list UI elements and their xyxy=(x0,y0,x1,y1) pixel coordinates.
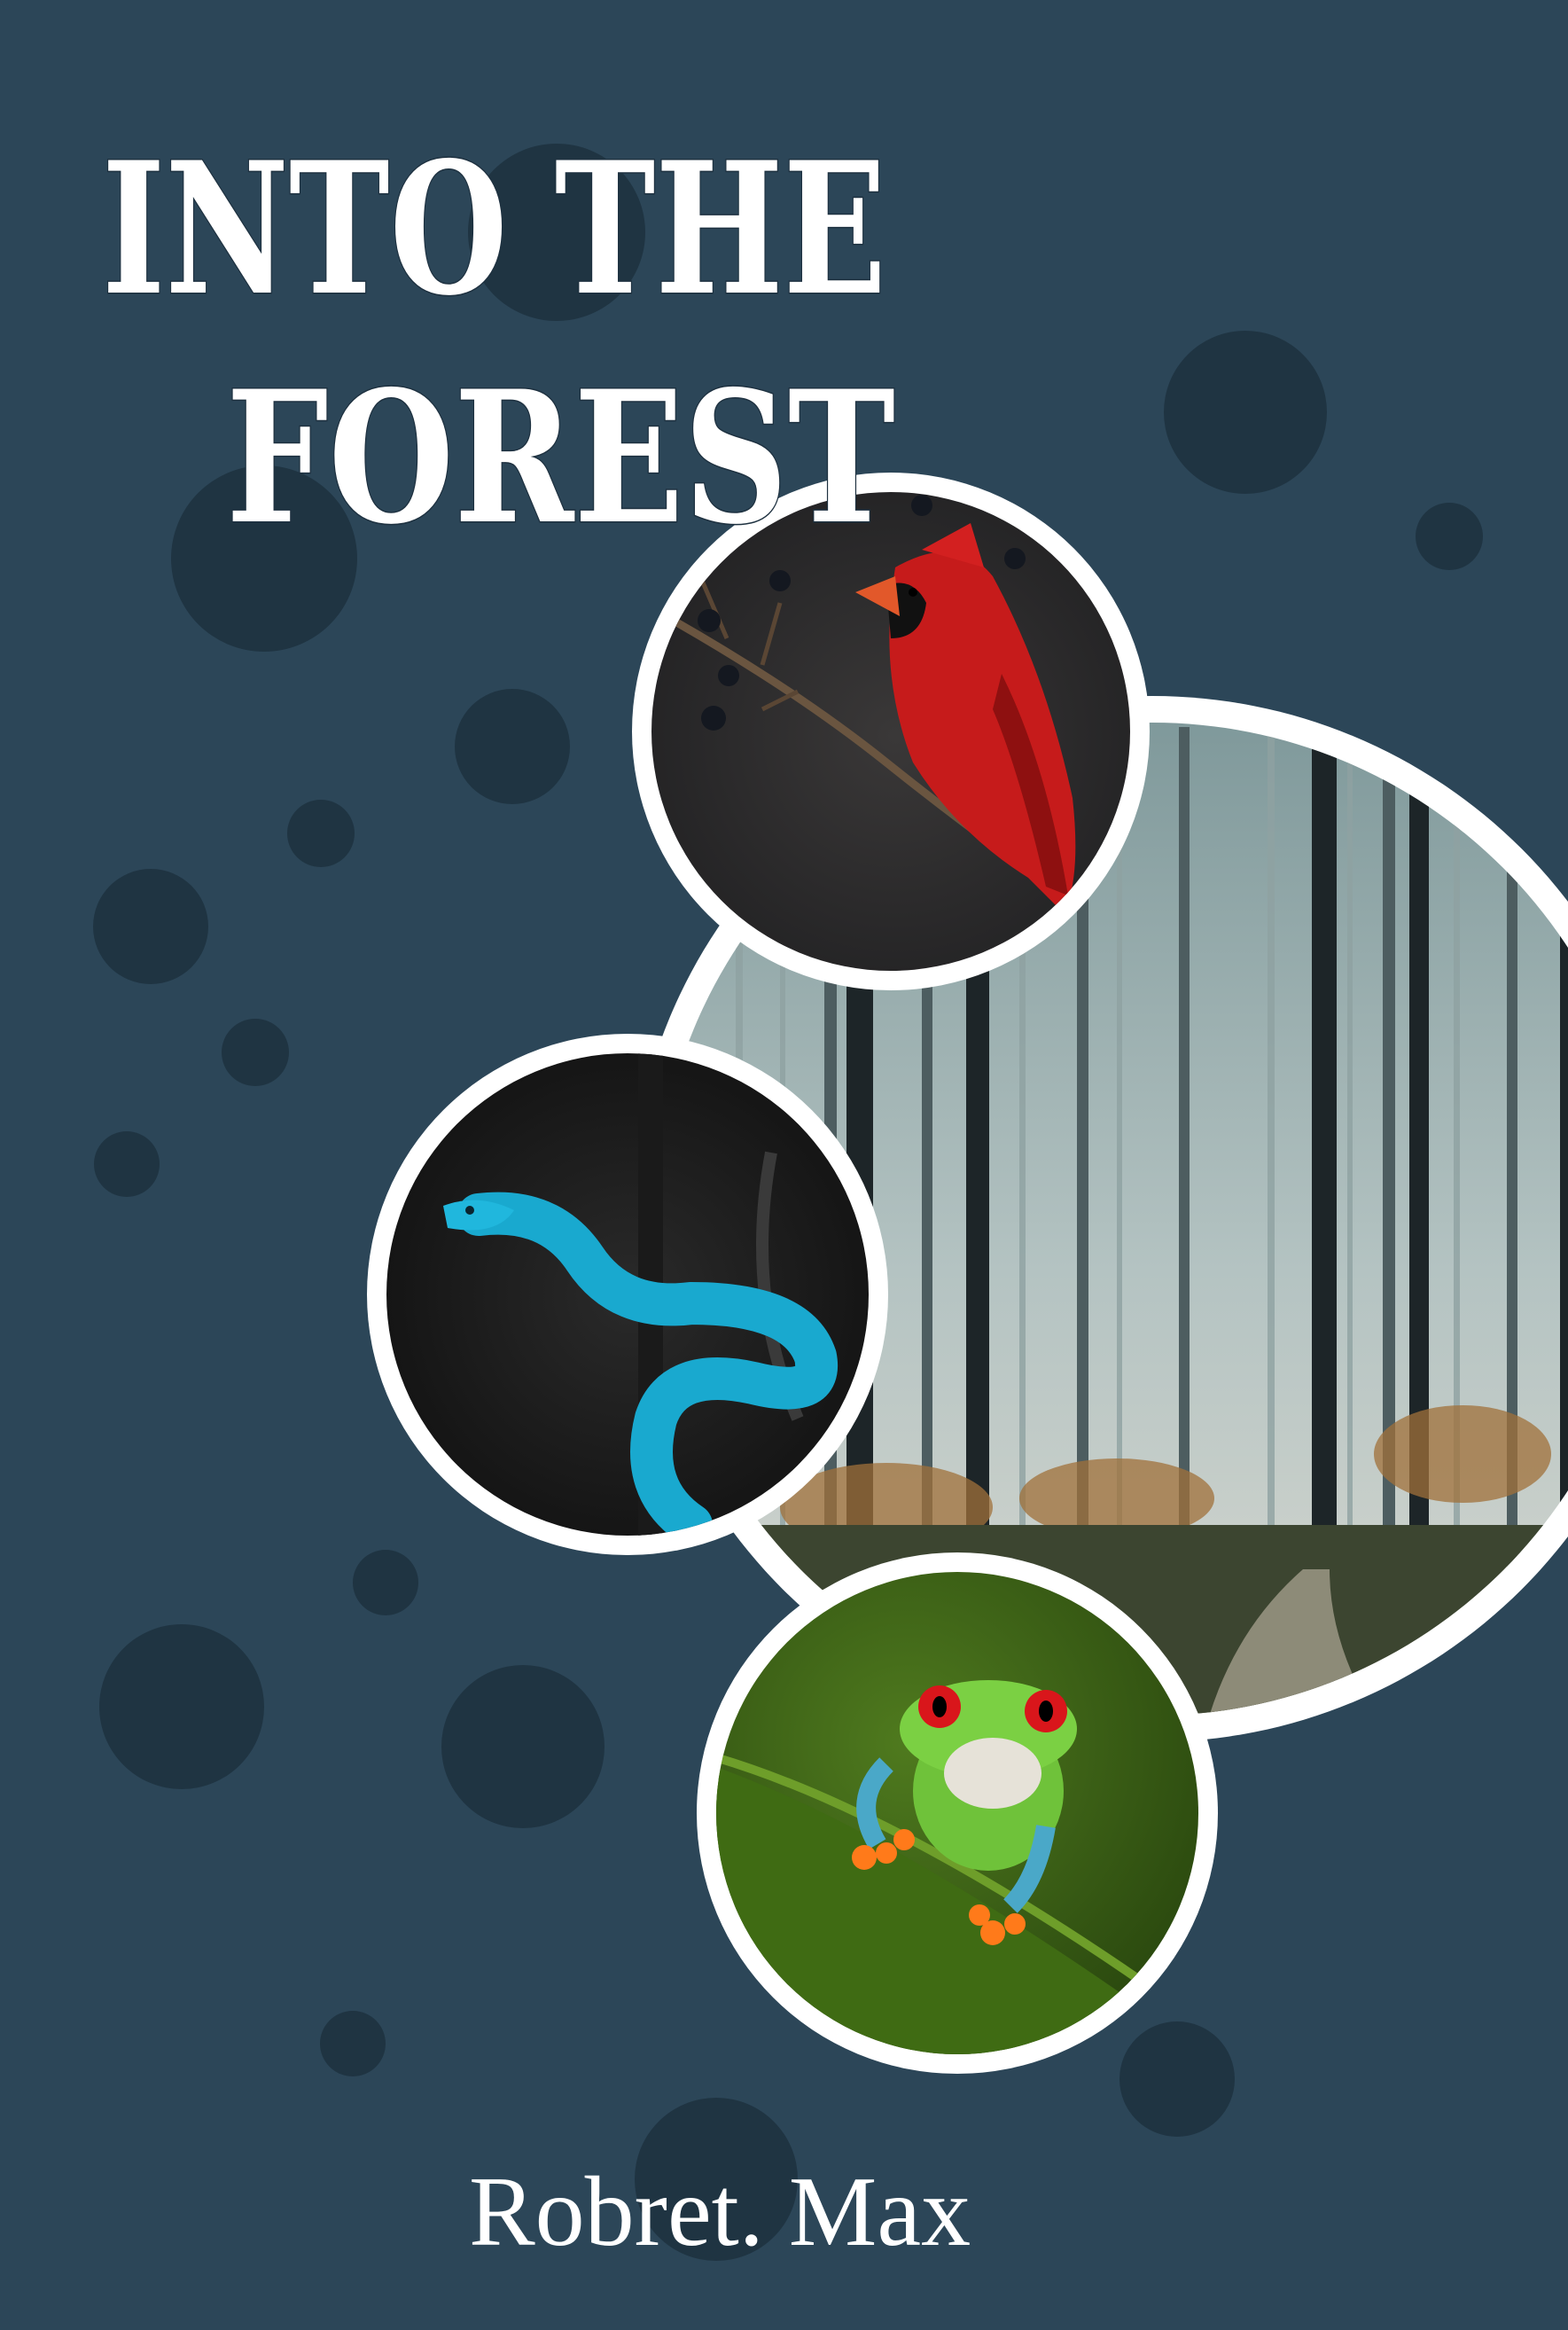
frog-photo xyxy=(697,1552,1218,2074)
dot xyxy=(222,1019,289,1086)
dot xyxy=(353,1550,418,1615)
dot xyxy=(455,689,570,804)
dot xyxy=(441,1665,605,1828)
dot xyxy=(94,1131,160,1197)
snake-photo xyxy=(367,1034,888,1555)
title-line-1: INTO THE xyxy=(102,123,886,336)
dot xyxy=(1119,2021,1235,2137)
dot xyxy=(93,869,208,984)
dot xyxy=(287,800,355,867)
cover-artwork: INTO THE FOREST Robret. Max xyxy=(93,122,1568,2267)
dot xyxy=(1164,331,1327,494)
dot xyxy=(99,1624,264,1789)
dot xyxy=(320,2011,386,2076)
dot xyxy=(1416,503,1483,570)
author-name: Robret. Max xyxy=(469,2157,971,2267)
book-cover: INTO THE FOREST Robret. Max xyxy=(0,0,1568,2330)
title-line-2: FOREST xyxy=(226,352,895,565)
